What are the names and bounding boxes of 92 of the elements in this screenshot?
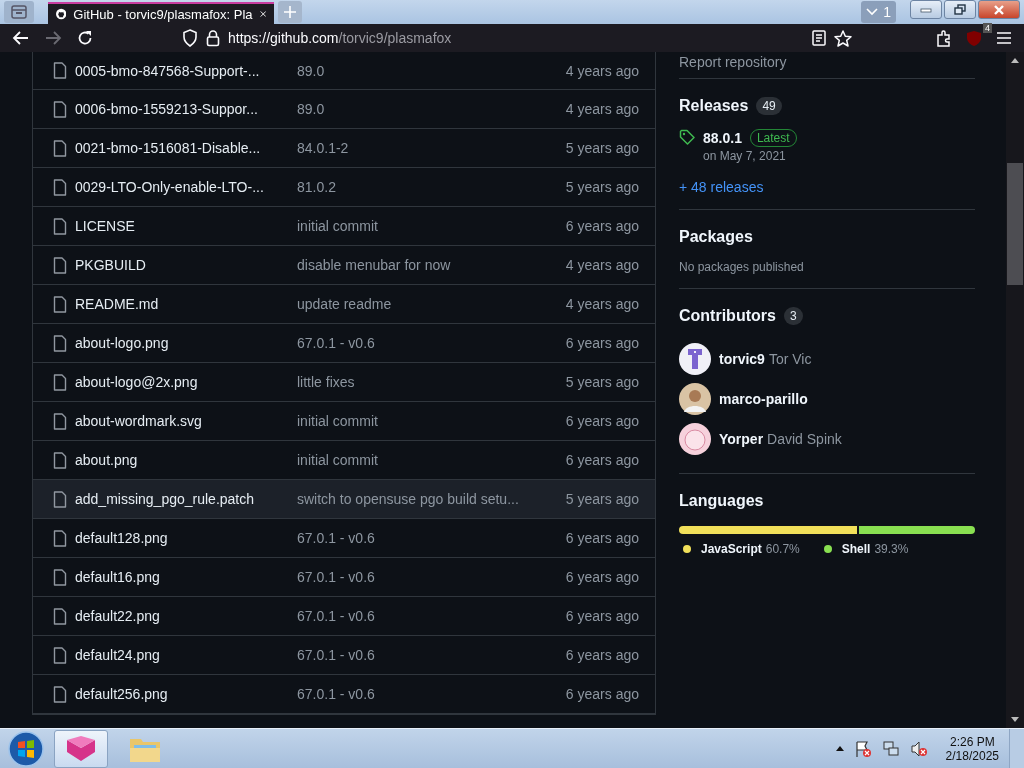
commit-age: 5 years ago [565, 491, 639, 507]
file-name-link[interactable]: default24.png [75, 647, 297, 663]
file-row[interactable]: default16.png 67.0.1 - v0.6 6 years ago [33, 558, 655, 597]
file-name-link[interactable]: 0021-bmo-1516081-Disable... [75, 140, 297, 156]
commit-message-link[interactable]: initial commit [297, 452, 527, 468]
address-field[interactable]: https://github.com/torvic9/plasmafox [228, 30, 452, 46]
commit-age: 6 years ago [565, 413, 639, 429]
commit-age: 4 years ago [565, 257, 639, 273]
contributor-link[interactable]: Yorper [719, 431, 764, 447]
file-row[interactable]: add_missing_pgo_rule.patch switch to opensuse pgo build setu... 5 years ago [33, 480, 655, 519]
report-repository-link[interactable]: Report repository [679, 52, 975, 79]
commit-age: 6 years ago [565, 452, 639, 468]
commit-age: 4 years ago [565, 296, 639, 312]
language-percent: 60.7% [765, 542, 800, 556]
commit-age: 5 years ago [565, 374, 639, 390]
empty-packages-text: No packages published [679, 260, 805, 274]
commit-message-link[interactable]: disable menubar for now [297, 257, 527, 273]
file-name-link[interactable]: default16.png [75, 569, 297, 585]
commit-message-link[interactable]: 81.0.2 [297, 179, 527, 195]
file-name-link[interactable]: PKGBUILD [75, 257, 297, 273]
file-name-link[interactable]: LICENSE [75, 218, 297, 234]
more-releases-link[interactable]: + 48 releases [679, 179, 975, 195]
clock[interactable]: 2:26 PM 2/18/2025 [945, 734, 999, 763]
section-heading[interactable]: Packages [679, 228, 753, 246]
count-badge: 49 [756, 97, 782, 115]
commit-age: 6 years ago [565, 608, 639, 624]
commit-message-link[interactable]: 84.0.1-2 [297, 140, 527, 156]
commit-message-link[interactable]: initial commit [297, 413, 527, 429]
commit-message-link[interactable]: 67.0.1 - v0.6 [297, 530, 527, 546]
file-name-link[interactable]: 0006-bmo-1559213-Suppor... [75, 101, 297, 117]
file-name-link[interactable]: about.png [75, 452, 297, 468]
extension-badge: 4 [983, 23, 992, 33]
commit-age: 6 years ago [565, 569, 639, 585]
commit-message-link[interactable]: switch to opensuse pgo build setu... [297, 491, 527, 507]
language-name[interactable]: JavaScript [701, 542, 762, 556]
section-heading[interactable]: Contributors [679, 307, 776, 325]
file-row[interactable]: about-logo@2x.png little fixes 5 years ago [33, 363, 655, 402]
contributor-link[interactable]: marco-parillo [719, 391, 808, 407]
file-row[interactable]: default24.png 67.0.1 - v0.6 6 years ago [33, 636, 655, 675]
file-row[interactable]: README.md update readme 4 years ago [33, 285, 655, 324]
file-row[interactable]: PKGBUILD disable menubar for now 4 years ago [33, 246, 655, 285]
contributor-link[interactable]: torvic9 [719, 351, 765, 367]
file-name-link[interactable]: about-logo@2x.png [75, 374, 297, 390]
language-percent: 39.3% [874, 542, 909, 556]
commit-age: 5 years ago [565, 140, 639, 156]
language-name[interactable]: Shell [841, 542, 871, 556]
file-row[interactable]: default128.png 67.0.1 - v0.6 6 years ago [33, 519, 655, 558]
commit-message-link[interactable]: 67.0.1 - v0.6 [297, 569, 527, 585]
commit-age: 6 years ago [565, 647, 639, 663]
file-row[interactable]: 0021-bmo-1516081-Disable... 84.0.1-2 5 years ago [33, 129, 655, 168]
browser-tab[interactable]: GitHub - torvic9/plasmafox: Pla [48, 2, 274, 24]
commit-age: 4 years ago [565, 101, 639, 117]
file-row[interactable]: 0006-bmo-1559213-Suppor... 89.0 4 years ago [33, 90, 655, 129]
file-row[interactable]: about-wordmark.svg initial commit 6 years ago [33, 402, 655, 441]
contributor-name: David Spink [767, 431, 842, 447]
file-name-link[interactable]: default256.png [75, 686, 297, 702]
commit-age: 4 years ago [565, 62, 639, 79]
file-name-link[interactable]: 0005-bmo-847568-Support-... [75, 62, 297, 79]
file-name-link[interactable]: about-logo.png [75, 335, 297, 351]
commit-message-link[interactable]: 67.0.1 - v0.6 [297, 608, 527, 624]
commit-age: 6 years ago [565, 530, 639, 546]
file-name-link[interactable]: about-wordmark.svg [75, 413, 297, 429]
release-version-link[interactable]: 88.0.1 [703, 130, 742, 146]
commit-age: 6 years ago [565, 335, 639, 351]
count-badge: 3 [783, 307, 803, 325]
file-name-link[interactable]: README.md [75, 296, 297, 312]
file-row[interactable]: default256.png 67.0.1 - v0.6 6 years ago [33, 675, 655, 714]
commit-age: 5 years ago [565, 179, 639, 195]
commit-message-link[interactable]: little fixes [297, 374, 527, 390]
commit-age: 6 years ago [565, 686, 639, 702]
commit-message-link[interactable]: 67.0.1 - v0.6 [297, 686, 527, 702]
commit-age: 6 years ago [565, 218, 639, 234]
commit-message-link[interactable]: 67.0.1 - v0.6 [297, 647, 527, 663]
file-name-link[interactable]: default22.png [75, 608, 297, 624]
commit-message-link[interactable]: initial commit [297, 218, 527, 234]
commit-message-link[interactable]: update readme [297, 296, 527, 312]
tab-title: GitHub - torvic9/plasmafox: Pla [73, 6, 253, 22]
release-date: on May 7, 2021 [703, 149, 787, 163]
file-row[interactable]: 0029-LTO-Only-enable-LTO-... 81.0.2 5 years ago [33, 168, 655, 207]
file-name-link[interactable]: default128.png [75, 530, 297, 546]
commit-message-link[interactable]: 89.0 [297, 101, 527, 117]
commit-message-link[interactable]: 89.0 [297, 62, 527, 79]
section-heading: Languages [679, 492, 764, 510]
contributor-name: Tor Vic [768, 351, 812, 367]
commit-message-link[interactable]: 67.0.1 - v0.6 [297, 335, 527, 351]
file-name-link[interactable]: 0029-LTO-Only-enable-LTO-... [75, 179, 297, 195]
file-name-link[interactable]: add_missing_pgo_rule.patch [75, 491, 297, 507]
section-heading[interactable]: Releases [679, 97, 749, 115]
file-row[interactable]: about-logo.png 67.0.1 - v0.6 6 years ago [33, 324, 655, 363]
file-row[interactable]: LICENSE initial commit 6 years ago [33, 207, 655, 246]
file-row[interactable]: default22.png 67.0.1 - v0.6 6 years ago [33, 597, 655, 636]
file-row[interactable]: 0005-bmo-847568-Support-... 89.0 4 years ago [33, 52, 655, 90]
